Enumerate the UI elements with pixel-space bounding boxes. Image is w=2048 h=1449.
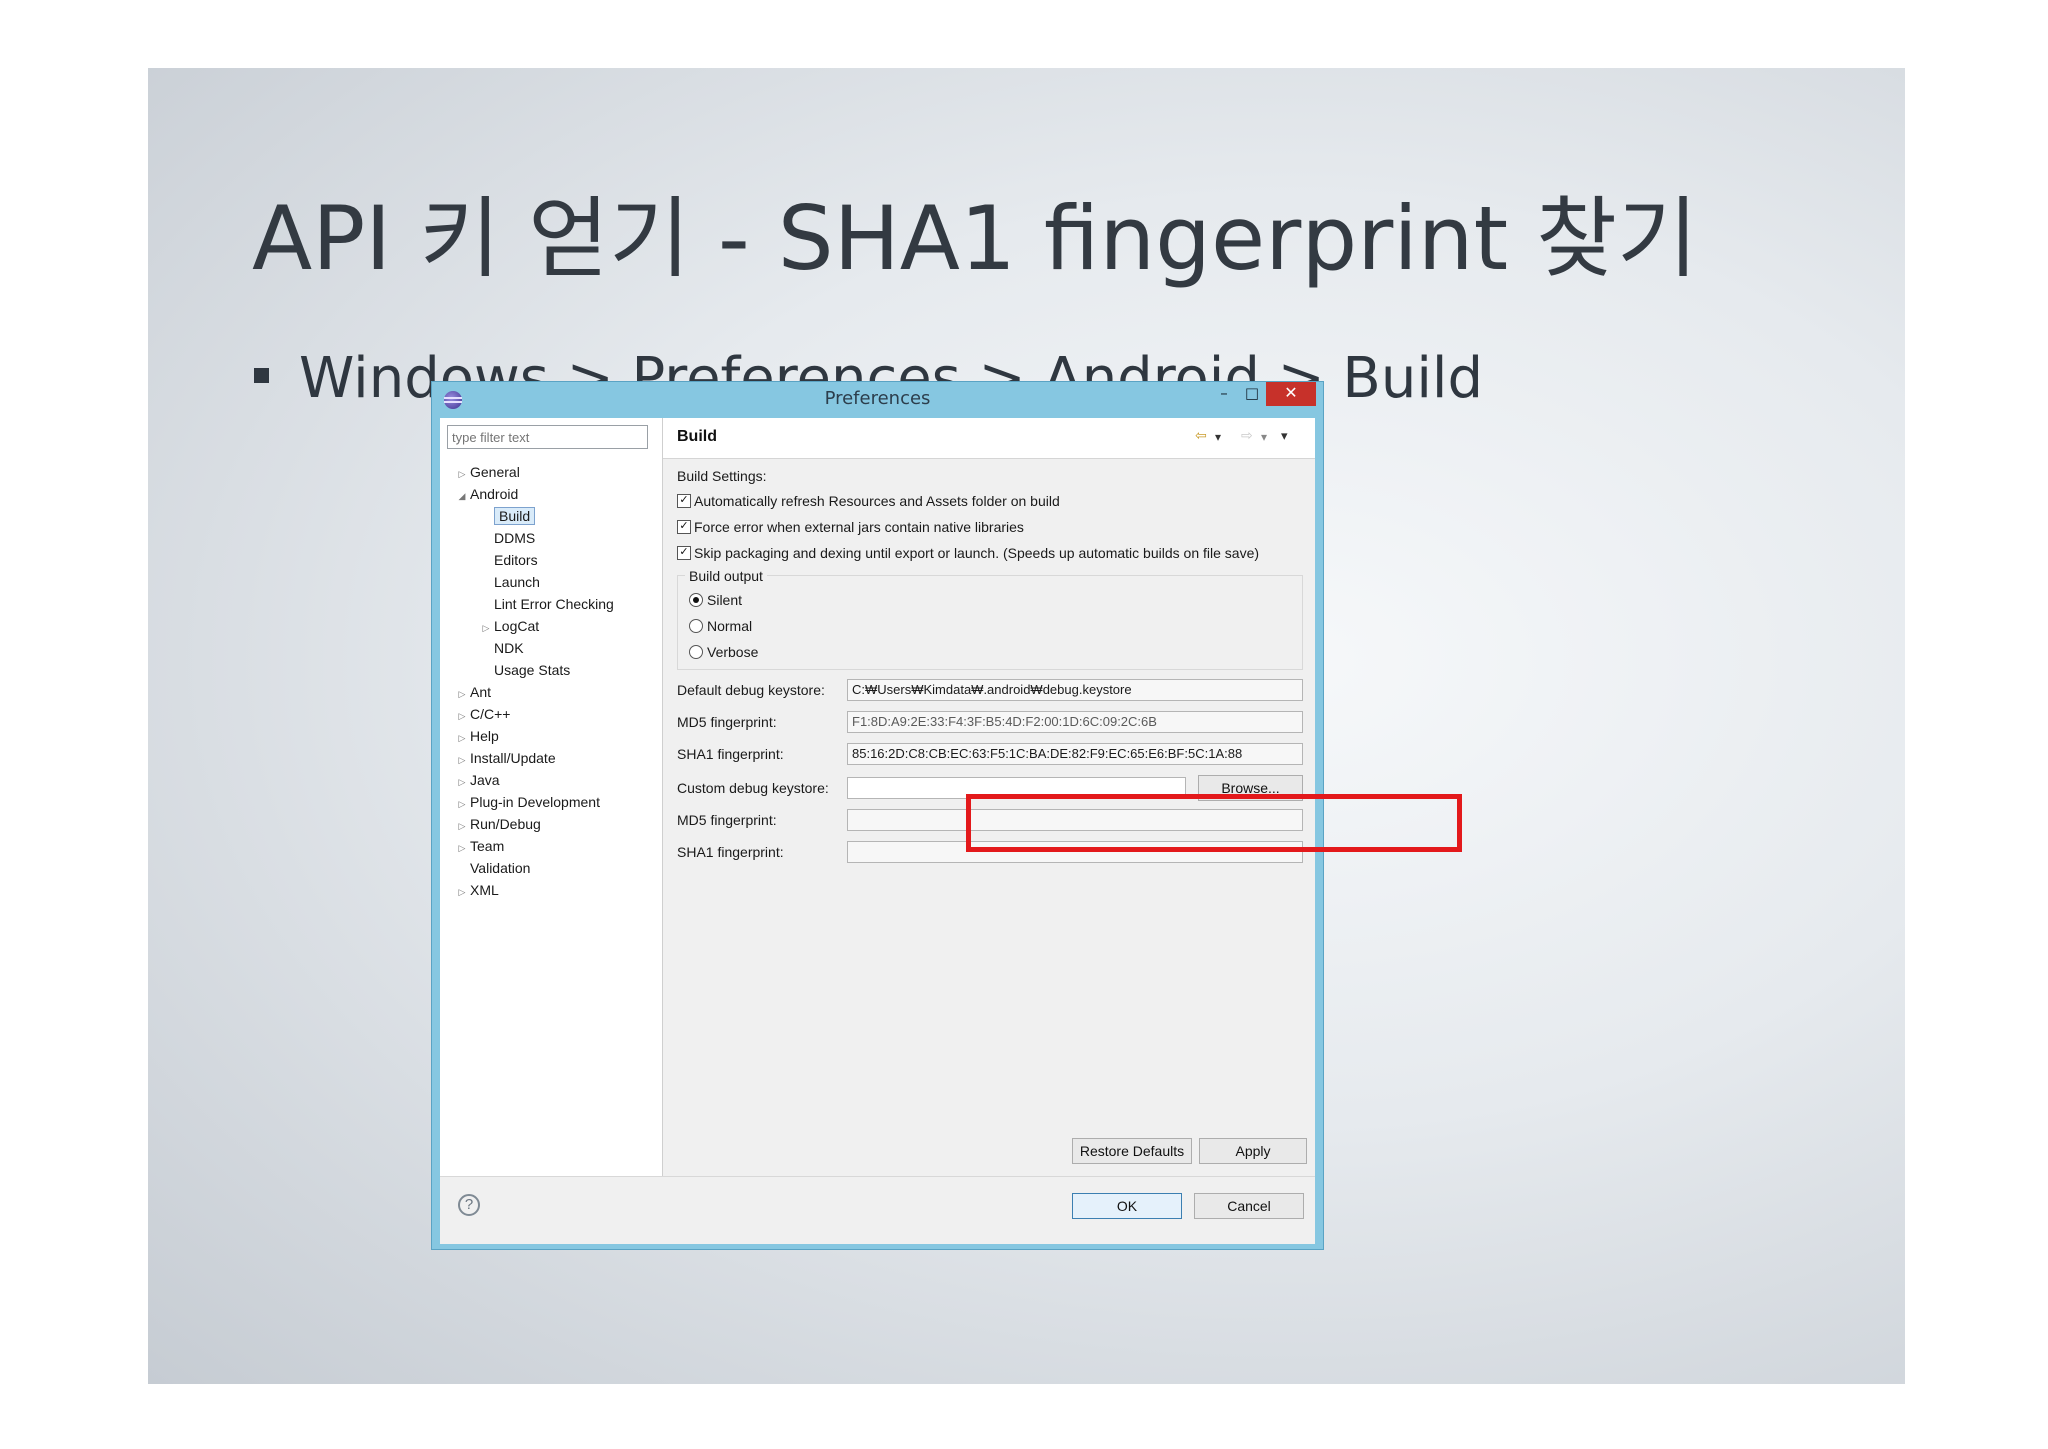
radio-normal[interactable]: Normal <box>689 618 752 634</box>
close-button[interactable]: ✕ <box>1266 382 1316 406</box>
checkbox-checked-icon[interactable]: ✓ <box>677 520 691 535</box>
expand-icon[interactable]: ▷ <box>454 706 470 726</box>
slide-title: API 키 얻기 - SHA1 fingerprint 찾기 <box>252 187 1698 290</box>
tree-item-label: Plug-in Development <box>470 794 600 810</box>
tree-item-team[interactable]: ▷ Team <box>454 836 505 858</box>
tree-item-help[interactable]: ▷ Help <box>454 726 499 746</box>
tree-item-label: Help <box>470 728 499 744</box>
page-header: Build ⇦ ▾ ⇨ ▾ ▾ <box>663 418 1315 459</box>
build-output-label: Build output <box>685 568 767 584</box>
tree-item-plugin-development[interactable]: ▷ Plug-in Development <box>454 792 600 812</box>
tree-item-label: LogCat <box>494 618 540 634</box>
restore-defaults-button[interactable]: Restore Defaults <box>1072 1138 1192 1164</box>
help-icon[interactable]: ? <box>458 1194 480 1216</box>
filter-input[interactable] <box>447 425 648 449</box>
tree-item-label: Ant <box>470 684 492 700</box>
tree-item-java[interactable]: ▷ Java <box>454 770 500 790</box>
tree-item-label: NDK <box>494 640 524 656</box>
custom-md5-label: MD5 fingerprint: <box>677 812 777 828</box>
radio-unselected-icon[interactable] <box>689 619 703 634</box>
view-menu-icon[interactable]: ▾ <box>1281 429 1288 444</box>
window-titlebar[interactable]: Preferences – □ ✕ <box>432 382 1323 418</box>
tree-item-usage-stats[interactable]: Usage Stats <box>478 660 570 680</box>
tree-item-label: Lint Error Checking <box>494 596 614 612</box>
forward-dropdown-icon[interactable]: ▾ <box>1261 430 1267 444</box>
checkbox-checked-icon[interactable]: ✓ <box>677 494 691 509</box>
tree-item-label: General <box>470 464 520 480</box>
expand-icon[interactable]: ▷ <box>454 816 470 836</box>
build-settings-label: Build Settings: <box>677 468 767 484</box>
tree-item-build[interactable]: Build <box>478 506 536 526</box>
back-dropdown-icon[interactable]: ▾ <box>1215 430 1221 444</box>
checkbox-checked-icon[interactable]: ✓ <box>677 546 691 561</box>
minimize-button[interactable]: – <box>1210 382 1238 406</box>
expand-icon[interactable]: ▷ <box>454 772 470 792</box>
expand-icon[interactable]: ▷ <box>454 728 470 748</box>
window-title: Preferences <box>824 388 931 409</box>
tree-item-general[interactable]: ▷ General <box>454 462 520 482</box>
tree-item-label: Team <box>470 838 505 854</box>
tree-item-label: Usage Stats <box>494 662 571 678</box>
tree-item-install-update[interactable]: ▷ Install/Update <box>454 748 556 768</box>
checkbox-auto-refresh[interactable]: ✓ Automatically refresh Resources and Ass… <box>677 493 1060 509</box>
tree-item-xml[interactable]: ▷ XML <box>454 880 499 900</box>
ok-button[interactable]: OK <box>1072 1193 1182 1219</box>
tree-item-label: Java <box>470 772 500 788</box>
forward-arrow-icon[interactable]: ⇨ <box>1241 428 1253 444</box>
tree-item-editors[interactable]: Editors <box>478 550 538 570</box>
tree-item-label: Build <box>494 507 536 525</box>
bullet-square-icon <box>254 368 269 384</box>
default-keystore-label: Default debug keystore: <box>677 682 825 698</box>
tree-item-label: XML <box>470 882 499 898</box>
custom-keystore-label: Custom debug keystore: <box>677 780 829 796</box>
tree-item-label: Editors <box>494 552 538 568</box>
expand-icon[interactable]: ▷ <box>454 684 470 704</box>
maximize-button[interactable]: □ <box>1238 382 1266 406</box>
tree-item-validation[interactable]: Validation <box>454 858 530 878</box>
tree-item-logcat[interactable]: ▷ LogCat <box>478 616 540 638</box>
tree-item-label: Android <box>470 486 519 502</box>
back-arrow-icon[interactable]: ⇦ <box>1195 428 1207 444</box>
page-title: Build <box>677 428 717 445</box>
tree-item-label: Install/Update <box>470 750 556 766</box>
tree-item-ddms[interactable]: DDMS <box>478 528 535 548</box>
tree-item-label: C/C++ <box>470 706 511 722</box>
expand-icon[interactable]: ▷ <box>454 464 470 484</box>
checkbox-skip-packaging[interactable]: ✓ Skip packaging and dexing until export … <box>677 545 1259 561</box>
radio-silent[interactable]: Silent <box>689 592 742 608</box>
tree-item-label: DDMS <box>494 530 536 546</box>
tree-item-run-debug[interactable]: ▷ Run/Debug <box>454 814 541 834</box>
dialog-footer: ? OK Cancel <box>440 1176 1315 1244</box>
tree-item-ant[interactable]: ▷ Ant <box>454 682 491 702</box>
expand-icon[interactable]: ▷ <box>478 618 494 638</box>
tree-item-android[interactable]: ◢ Android <box>454 484 519 506</box>
radio-unselected-icon[interactable] <box>689 645 703 660</box>
md5-fingerprint-label: MD5 fingerprint: <box>677 714 777 730</box>
sha1-fingerprint-field[interactable]: 85:16:2D:C8:CB:EC:63:F5:1C:BA:DE:82:F9:E… <box>847 743 1303 765</box>
collapse-icon[interactable]: ◢ <box>454 486 470 506</box>
radio-verbose[interactable]: Verbose <box>689 644 758 660</box>
tree-item-lint-error-checking[interactable]: Lint Error Checking <box>478 594 614 614</box>
expand-icon[interactable]: ▷ <box>454 794 470 814</box>
tree-item-cpp[interactable]: ▷ C/C++ <box>454 704 511 726</box>
expand-icon[interactable]: ▷ <box>454 882 470 902</box>
tree-item-label: Launch <box>494 574 540 590</box>
custom-sha1-label: SHA1 fingerprint: <box>677 844 784 860</box>
build-output-group <box>677 575 1303 670</box>
tree-item-launch[interactable]: Launch <box>478 572 540 592</box>
expand-icon[interactable]: ▷ <box>454 750 470 770</box>
tree-item-ndk[interactable]: NDK <box>478 638 524 658</box>
radio-selected-icon[interactable] <box>689 593 703 608</box>
checkbox-force-error[interactable]: ✓ Force error when external jars contain … <box>677 519 1024 535</box>
preferences-tree-panel: ▷General ◢Android Build DDMS Editors Lau… <box>440 418 663 1176</box>
cancel-button[interactable]: Cancel <box>1194 1193 1304 1219</box>
default-keystore-field[interactable]: C:₩Users₩Kimdata₩.android₩debug.keystore <box>847 679 1303 701</box>
tree-item-label: Validation <box>470 860 531 876</box>
sha1-highlight-box <box>966 794 1462 852</box>
sha1-fingerprint-label: SHA1 fingerprint: <box>677 746 784 762</box>
expand-icon[interactable]: ▷ <box>454 838 470 858</box>
md5-fingerprint-field[interactable]: F1:8D:A9:2E:33:F4:3F:B5:4D:F2:00:1D:6C:0… <box>847 711 1303 733</box>
tree-item-label: Run/Debug <box>470 816 541 832</box>
apply-button[interactable]: Apply <box>1199 1138 1307 1164</box>
